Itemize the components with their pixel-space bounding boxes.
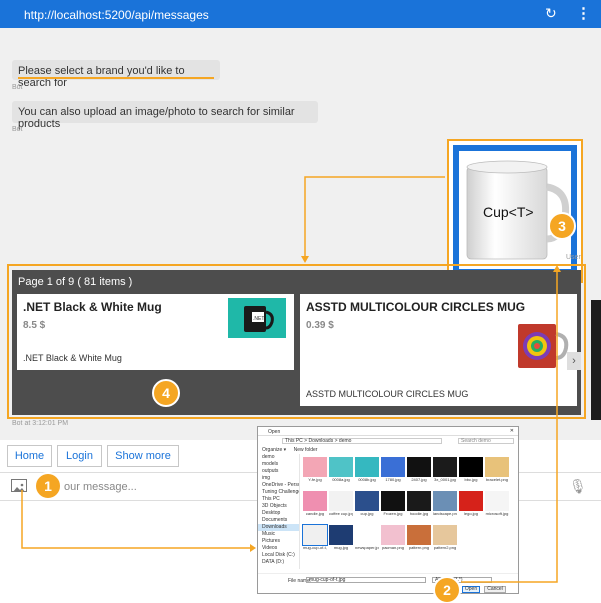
callout-3: 3 xyxy=(548,212,576,240)
callout-1: 1 xyxy=(34,472,62,500)
callout-4: 4 xyxy=(152,379,180,407)
callout-connectors xyxy=(21,176,561,583)
callout-2: 2 xyxy=(433,576,461,603)
